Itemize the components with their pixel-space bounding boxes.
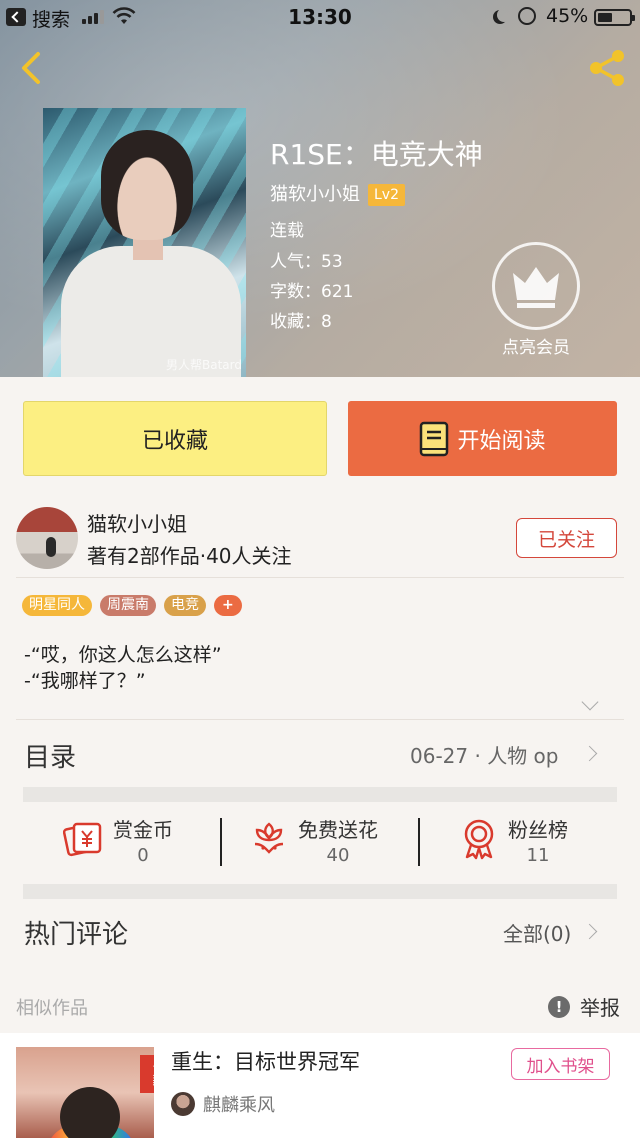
vip-membership-button[interactable]: 点亮会员 [492, 242, 580, 358]
report-button[interactable]: ! 举报 [548, 992, 620, 1021]
all-comments-chevron-icon[interactable] [581, 923, 598, 940]
red-envelope-icon [63, 822, 102, 857]
followed-button[interactable]: 已关注 [516, 518, 617, 558]
popularity-label: 人气： [270, 252, 321, 272]
free-flower-button[interactable]: 免费送花 40 [250, 814, 378, 870]
reward-label: 赏金币 [113, 818, 173, 842]
divider [16, 577, 624, 578]
intro-line: -“哎，你这人怎么这样” [24, 644, 222, 666]
book-author[interactable]: 猫软小小姐 [270, 184, 360, 205]
popularity-stat: 人气：53 [270, 247, 343, 272]
clock: 13:30 [288, 5, 352, 29]
add-to-bookshelf-label: 加入书架 [526, 1056, 595, 1077]
battery-icon [594, 9, 635, 26]
flower-label: 免费送花 [298, 818, 378, 842]
vip-label: 点亮会员 [502, 338, 570, 358]
tag-star-fanfic[interactable]: 明星同人 [22, 595, 92, 616]
book-author-line: 猫软小小姐 Lv2 [270, 180, 405, 206]
add-to-bookshelf-button[interactable]: 加入书架 [511, 1048, 610, 1080]
recommended-book-title[interactable]: 重生：目标世界冠军 [171, 1046, 360, 1076]
word-count-stat: 字数：621 [270, 277, 353, 302]
divider [418, 818, 420, 866]
recommended-book-author: 麒麟乘风 [203, 1095, 275, 1116]
cover-watermark: 男人帮Batard [166, 358, 242, 372]
author-name[interactable]: 猫软小小姐 [87, 508, 187, 537]
report-label: 举报 [580, 996, 620, 1020]
favorites-value: 8 [321, 312, 332, 332]
favorites-label: 收藏： [270, 312, 321, 332]
divider [16, 719, 624, 720]
do-not-disturb-icon [497, 8, 511, 22]
all-comments-link[interactable]: 全部(0) [503, 918, 571, 947]
recommended-author-avatar [171, 1092, 195, 1116]
fans-value: 11 [526, 845, 550, 866]
back-chevron-icon[interactable] [12, 48, 52, 88]
exclamation-icon: ! [548, 995, 570, 1018]
book-icon [420, 421, 449, 456]
recommended-book-card[interactable]: 更新 重生：目标世界冠军 麒麟乘风 加入书架 [0, 1033, 640, 1138]
battery-percent: 45% [546, 5, 589, 27]
hot-comments-title: 热门评论 [24, 920, 129, 950]
author-avatar[interactable] [16, 507, 78, 569]
status-bar: 搜索 13:30 45% [0, 0, 640, 36]
section-divider [23, 884, 617, 899]
cover-figure-head [60, 1087, 120, 1138]
tag-esports[interactable]: 电竞 [164, 595, 206, 616]
author-stats: 著有2部作品·40人关注 [87, 544, 292, 568]
medal-icon [464, 819, 494, 860]
cover-figure-head [101, 130, 193, 240]
book-cover[interactable]: 男人帮Batard [43, 108, 246, 377]
tag-zhou-zhennan[interactable]: 周震南 [100, 595, 156, 616]
word-count-label: 字数： [270, 282, 321, 302]
favorited-button[interactable]: 已收藏 [23, 401, 327, 476]
tag-list: 明星同人 周震南 电竞 + [22, 595, 242, 616]
rotation-lock-icon [518, 7, 536, 25]
divider [220, 818, 222, 866]
start-reading-label: 开始阅读 [457, 428, 546, 454]
favorited-label: 已收藏 [141, 428, 208, 454]
updated-badge: 更新 [140, 1055, 154, 1093]
reward-coins-button[interactable]: 赏金币 0 [63, 814, 173, 870]
popularity-value: 53 [321, 252, 343, 272]
recommended-book-cover[interactable]: 更新 [16, 1047, 154, 1138]
share-icon[interactable] [586, 46, 630, 90]
serial-status: 连载 [270, 221, 304, 241]
fans-label: 粉丝榜 [508, 818, 568, 842]
similar-works-title: 相似作品 [16, 998, 88, 1019]
toc-latest-chapter[interactable]: 06-27 · 人物 op [410, 740, 558, 769]
intro-line: -“我哪样了？” [24, 670, 146, 692]
level-badge: Lv2 [368, 184, 405, 206]
expand-intro-chevron-icon[interactable] [581, 693, 599, 711]
toc-title[interactable]: 目录 [24, 737, 76, 774]
favorites-stat: 收藏：8 [270, 307, 332, 332]
followed-label: 已关注 [537, 528, 595, 551]
flower-value: 40 [326, 845, 350, 866]
section-divider [23, 787, 617, 802]
fan-ranking-button[interactable]: 粉丝榜 11 [460, 814, 568, 870]
crown-icon [492, 242, 580, 330]
toc-chevron-icon[interactable] [581, 745, 598, 762]
add-tag-button[interactable]: + [214, 595, 242, 616]
flower-icon [254, 822, 284, 854]
start-reading-button[interactable]: 开始阅读 [348, 401, 617, 476]
reward-value: 0 [137, 845, 149, 866]
word-count-value: 621 [321, 282, 354, 302]
book-title: R1SE：电竞大神 [270, 138, 483, 171]
